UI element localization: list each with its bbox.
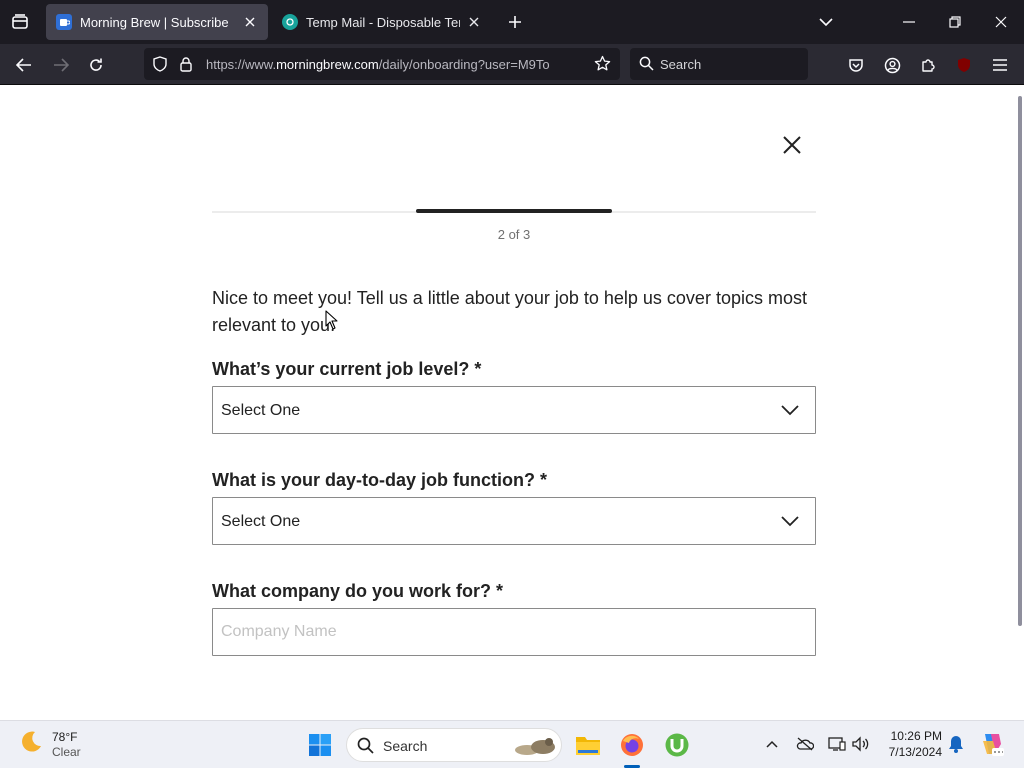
url-prefix: https://www.: [206, 57, 277, 72]
extensions-puzzle-icon[interactable]: [915, 52, 941, 78]
weather-temp: 78°F: [52, 729, 78, 744]
job-function-select[interactable]: Select One: [212, 497, 816, 545]
ublock-extension-icon[interactable]: [951, 52, 977, 78]
utorrent-icon[interactable]: [661, 729, 693, 761]
tab-title: Morning Brew | Subscribe: [80, 14, 229, 30]
search-icon: [639, 56, 654, 76]
start-icon[interactable]: [304, 729, 336, 761]
copilot-icon[interactable]: [979, 731, 1005, 757]
file-explorer-icon[interactable]: [572, 729, 604, 761]
new-tab-icon[interactable]: [503, 10, 527, 34]
url-text[interactable]: https://www.morningbrew.com/daily/onboar…: [206, 57, 580, 72]
close-window-icon[interactable]: [987, 8, 1015, 36]
notification-bell-icon[interactable]: [945, 733, 967, 755]
search-placeholder: Search: [660, 57, 702, 72]
reload-icon[interactable]: [83, 52, 109, 78]
job-function-label: What is your day-to-day job function? *: [212, 470, 547, 490]
clock-date: 7/13/2024: [888, 745, 942, 759]
weather-widget[interactable]: 78°F Clear: [18, 729, 81, 760]
tab-list-icon[interactable]: [8, 10, 32, 34]
progress-bar: [212, 209, 816, 213]
moon-icon: [18, 729, 44, 760]
navigation-toolbar: https://www.morningbrew.com/daily/onboar…: [0, 44, 1024, 106]
temp-mail-favicon-icon: [282, 14, 298, 30]
chevron-down-icon: [781, 403, 799, 417]
minimize-icon[interactable]: [895, 8, 923, 36]
taskbar-search[interactable]: Search: [346, 728, 562, 762]
mouse-cursor-icon: [325, 310, 339, 335]
step-indicator: 2 of 3: [497, 227, 531, 242]
progress-bar-fill: [416, 209, 612, 213]
pocket-icon[interactable]: [843, 52, 869, 78]
chevron-up-icon[interactable]: [761, 733, 783, 755]
search-highlight-icon: [513, 735, 559, 762]
morning-brew-favicon-icon: [56, 14, 72, 30]
display-icon[interactable]: [826, 733, 848, 755]
intro-text: Nice to meet you! Tell us a little about…: [212, 288, 807, 335]
company-label: What company do you work for? *: [212, 581, 504, 601]
company-name-input[interactable]: [212, 608, 816, 656]
account-icon[interactable]: [879, 52, 905, 78]
onboarding-page: 2 of 3 Nice to meet you! Tell us a littl…: [0, 85, 1024, 719]
url-path: /daily/onboarding?user=M9To: [378, 57, 550, 72]
address-bar[interactable]: https://www.morningbrew.com/daily/onboar…: [144, 48, 620, 80]
job-level-value: Select One: [221, 402, 301, 419]
restore-icon[interactable]: [941, 8, 969, 36]
job-level-label: What’s your current job level? *: [212, 359, 482, 379]
close-icon[interactable]: [780, 133, 804, 157]
tab-title: Temp Mail - Disposable Tempor: [306, 14, 460, 30]
lock-icon[interactable]: [179, 56, 193, 77]
job-level-select[interactable]: Select One: [212, 386, 816, 434]
taskbar-search-label: Search: [383, 738, 428, 754]
close-tab-icon[interactable]: [466, 14, 482, 30]
hamburger-menu-icon[interactable]: [987, 52, 1013, 78]
weather-condition: Clear: [52, 744, 81, 759]
taskbar: 78°F Clear Search 10:26 PM 7/13/2024: [0, 720, 1024, 768]
forward-arrow-icon[interactable]: [48, 52, 74, 78]
scrollbar[interactable]: [1018, 96, 1022, 626]
search-bar[interactable]: Search: [630, 48, 808, 80]
onedrive-icon[interactable]: [794, 733, 816, 755]
volume-icon[interactable]: [850, 733, 872, 755]
search-icon: [357, 737, 374, 759]
firefox-icon[interactable]: [616, 729, 648, 761]
clock-time: 10:26 PM: [890, 729, 942, 743]
list-all-tabs-icon[interactable]: [812, 8, 840, 36]
tab-morning-brew[interactable]: Morning Brew | Subscribe: [46, 4, 268, 40]
bookmark-star-icon[interactable]: [594, 55, 611, 77]
url-host: morningbrew.com: [276, 57, 379, 72]
back-arrow-icon[interactable]: [11, 52, 37, 78]
tab-temp-mail[interactable]: Temp Mail - Disposable Tempor: [272, 4, 492, 40]
system-clock[interactable]: 10:26 PM 7/13/2024: [878, 728, 942, 760]
close-tab-icon[interactable]: [242, 14, 258, 30]
chevron-down-icon: [781, 514, 799, 528]
tracking-protection-shield-icon[interactable]: [152, 56, 168, 77]
job-function-value: Select One: [221, 513, 301, 530]
tab-strip: Morning Brew | Subscribe Temp Mail - Dis…: [0, 0, 1024, 44]
